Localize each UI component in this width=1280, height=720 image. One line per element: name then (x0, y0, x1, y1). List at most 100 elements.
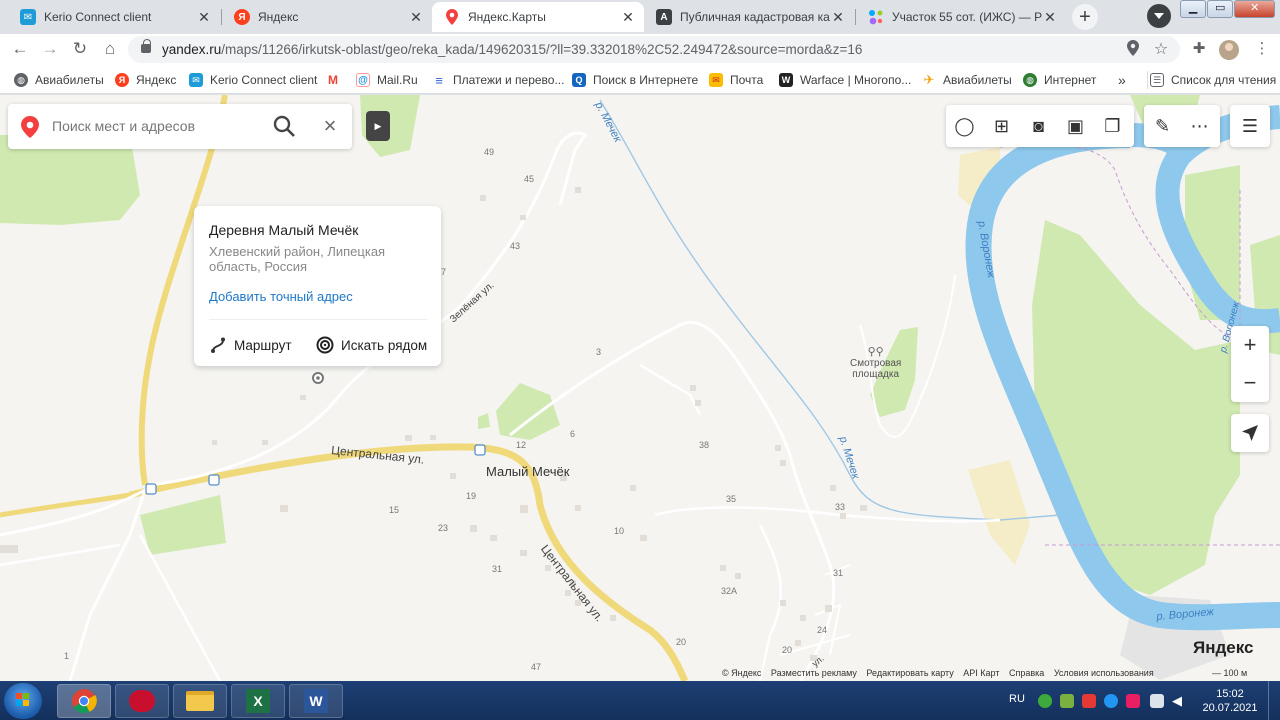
menu-kebab-icon[interactable]: ⋮ (1252, 39, 1272, 59)
tab-kerio[interactable]: ✉ Kerio Connect client ✕ (8, 2, 220, 32)
help-link[interactable]: Справка (1009, 668, 1044, 678)
clock-date: 20.07.2021 (1202, 702, 1258, 714)
taskbar-chrome[interactable] (57, 684, 111, 718)
transport-bus-icon[interactable]: ▣ (1057, 105, 1094, 147)
close-tab-icon[interactable]: ✕ (196, 9, 212, 25)
bookmark-kerio[interactable]: ✉ Kerio Connect client (189, 71, 317, 89)
address-bar[interactable]: yandex.ru/maps/11266/irkutsk-oblast/geo/… (128, 36, 1180, 63)
tab-title: Kerio Connect client (44, 10, 152, 24)
search-icon[interactable] (272, 114, 296, 138)
map-layers-switch-icon[interactable]: ❐ (1094, 105, 1131, 147)
close-window-button[interactable]: ✕ (1234, 0, 1276, 18)
back-button[interactable]: ← (8, 37, 32, 61)
tab-title: Публичная кадастровая карта (680, 10, 830, 24)
house-number: 31 (492, 564, 503, 574)
profile-avatar[interactable] (1219, 40, 1239, 60)
search-web-icon: Q (572, 73, 586, 87)
ruler-icon[interactable]: ✎ (1144, 105, 1181, 147)
antivirus-icon[interactable] (1082, 694, 1096, 708)
copyright-text: © Яндекс (722, 668, 762, 678)
home-button[interactable]: ⌂ (98, 37, 122, 61)
edit-map-link[interactable]: Редактировать карту (866, 668, 953, 678)
bookmark-pochta[interactable]: ✉ Почта (709, 71, 763, 89)
payments-icon: ≡ (432, 73, 446, 88)
new-tab-button[interactable]: + (1072, 4, 1098, 30)
zoom-out-button[interactable]: − (1231, 364, 1269, 402)
reading-list-icon: ☰ (1150, 73, 1164, 87)
network-icon[interactable] (1060, 694, 1074, 708)
bookmark-aviabilety[interactable]: ◍ Авиабилеты (14, 71, 104, 89)
taskbar-word[interactable]: W (289, 684, 343, 718)
taskbar-app-red[interactable] (115, 684, 169, 718)
bookmark-gmail[interactable]: M (326, 71, 347, 89)
forward-button[interactable]: → (38, 37, 62, 61)
tab-cadastral[interactable]: A Публичная кадастровая карта ✕ (644, 2, 854, 32)
url-text[interactable]: yandex.ru/maps/11266/irkutsk-oblast/geo/… (162, 42, 862, 57)
bookmarks-overflow[interactable]: » (1118, 71, 1126, 89)
layers-icon[interactable]: ◯ (946, 105, 983, 147)
tab-yandex-maps[interactable]: Яндекс.Карты ✕ (432, 2, 644, 32)
bus-stop-icon (145, 444, 486, 495)
viewpoint-poi[interactable]: ⚲⚲ Смотровая площадка (850, 347, 901, 381)
language-indicator[interactable]: RU (1009, 693, 1025, 709)
reload-button[interactable]: ↻ (68, 37, 92, 61)
maximize-button[interactable]: ▭ (1207, 0, 1234, 18)
tab-avito[interactable]: Участок 55 сот. (ИЖС) — Ред ✕ (856, 2, 1066, 32)
add-exact-address-link[interactable]: Добавить точный адрес (209, 289, 353, 304)
sync-icon[interactable] (1038, 694, 1052, 708)
search-input[interactable]: Поиск мест и адресов (52, 118, 195, 134)
close-tab-icon[interactable]: ✕ (408, 9, 424, 25)
bookmark-aviabilety-2[interactable]: ✈ Авиабилеты (922, 71, 1012, 89)
bookmark-payments[interactable]: ≡ Платежи и перево... (432, 71, 564, 89)
close-tab-icon[interactable]: ✕ (620, 9, 636, 25)
tab-yandex[interactable]: Я Яндекс ✕ (222, 2, 432, 32)
close-tab-icon[interactable]: ✕ (1042, 9, 1058, 25)
tab-title: Яндекс (258, 10, 299, 24)
mailru-icon: @ (356, 73, 370, 87)
bookmark-search[interactable]: Q Поиск в Интернете (572, 71, 698, 89)
zoom-in-button[interactable]: + (1231, 326, 1269, 364)
display-icon[interactable] (1150, 694, 1164, 708)
taskbar-excel[interactable]: X (231, 684, 285, 718)
panorama-icon[interactable]: ⊞ (983, 105, 1020, 147)
house-number: 43 (510, 241, 521, 251)
search-nearby-button[interactable]: Искать рядом (316, 336, 427, 354)
house-number: 1 (64, 651, 70, 661)
advertise-link[interactable]: Разместить рекламу (771, 668, 857, 678)
show-desktop-button[interactable] (1268, 681, 1280, 720)
map-canvas[interactable] (0, 95, 1280, 681)
bookmark-warface[interactable]: W Warface | Многопо... (779, 71, 911, 89)
bookmark-reading-list[interactable]: ☰ Список для чтения (1147, 71, 1276, 89)
extensions-puzzle-icon[interactable]: ✚ (1189, 39, 1209, 59)
taskbar-explorer[interactable] (173, 684, 227, 718)
system-clock[interactable]: 15:02 20.07.2021 (1200, 687, 1260, 715)
start-button[interactable] (4, 683, 42, 719)
more-icon[interactable]: ⋯ (1181, 105, 1218, 147)
collapse-panel-button[interactable]: ▶ (366, 111, 390, 141)
messenger-icon[interactable] (1104, 694, 1118, 708)
word-icon: W (304, 689, 328, 713)
bookmark-yandex[interactable]: Я Яндекс (115, 71, 176, 89)
app-tray-icon[interactable] (1126, 694, 1140, 708)
bookmark-mailru[interactable]: @ Mail.Ru (356, 71, 418, 89)
close-tab-icon[interactable]: ✕ (830, 9, 846, 25)
camera-icon[interactable]: ◙ (1020, 105, 1057, 147)
map-view[interactable]: 49 45 43 7 3 6 12 38 35 33 19 15 23 10 3… (0, 95, 1280, 681)
bookmark-star-icon[interactable]: ☆ (1152, 39, 1170, 58)
route-button[interactable]: Маршрут (209, 336, 292, 354)
minimize-button[interactable]: ▁ (1180, 0, 1207, 18)
house-number: 20 (676, 637, 687, 647)
tab-title: Участок 55 сот. (ИЖС) — Ред (892, 10, 1042, 24)
lock-icon[interactable] (141, 39, 151, 53)
tab-search-button[interactable] (1147, 4, 1171, 28)
house-number: 6 (570, 429, 576, 439)
hamburger-menu-icon[interactable]: ☰ (1230, 105, 1270, 147)
clear-search-icon[interactable]: × (319, 114, 341, 138)
api-link[interactable]: API Карт (963, 668, 999, 678)
bookmark-internet[interactable]: ◍ Интернет (1023, 71, 1096, 89)
my-location-button[interactable] (1231, 414, 1269, 452)
volume-icon[interactable]: ◀ (1172, 694, 1186, 708)
location-pin-icon[interactable] (1124, 40, 1142, 58)
terms-link[interactable]: Условия использования (1054, 668, 1154, 678)
map-menu-group: ☰ (1230, 105, 1270, 147)
